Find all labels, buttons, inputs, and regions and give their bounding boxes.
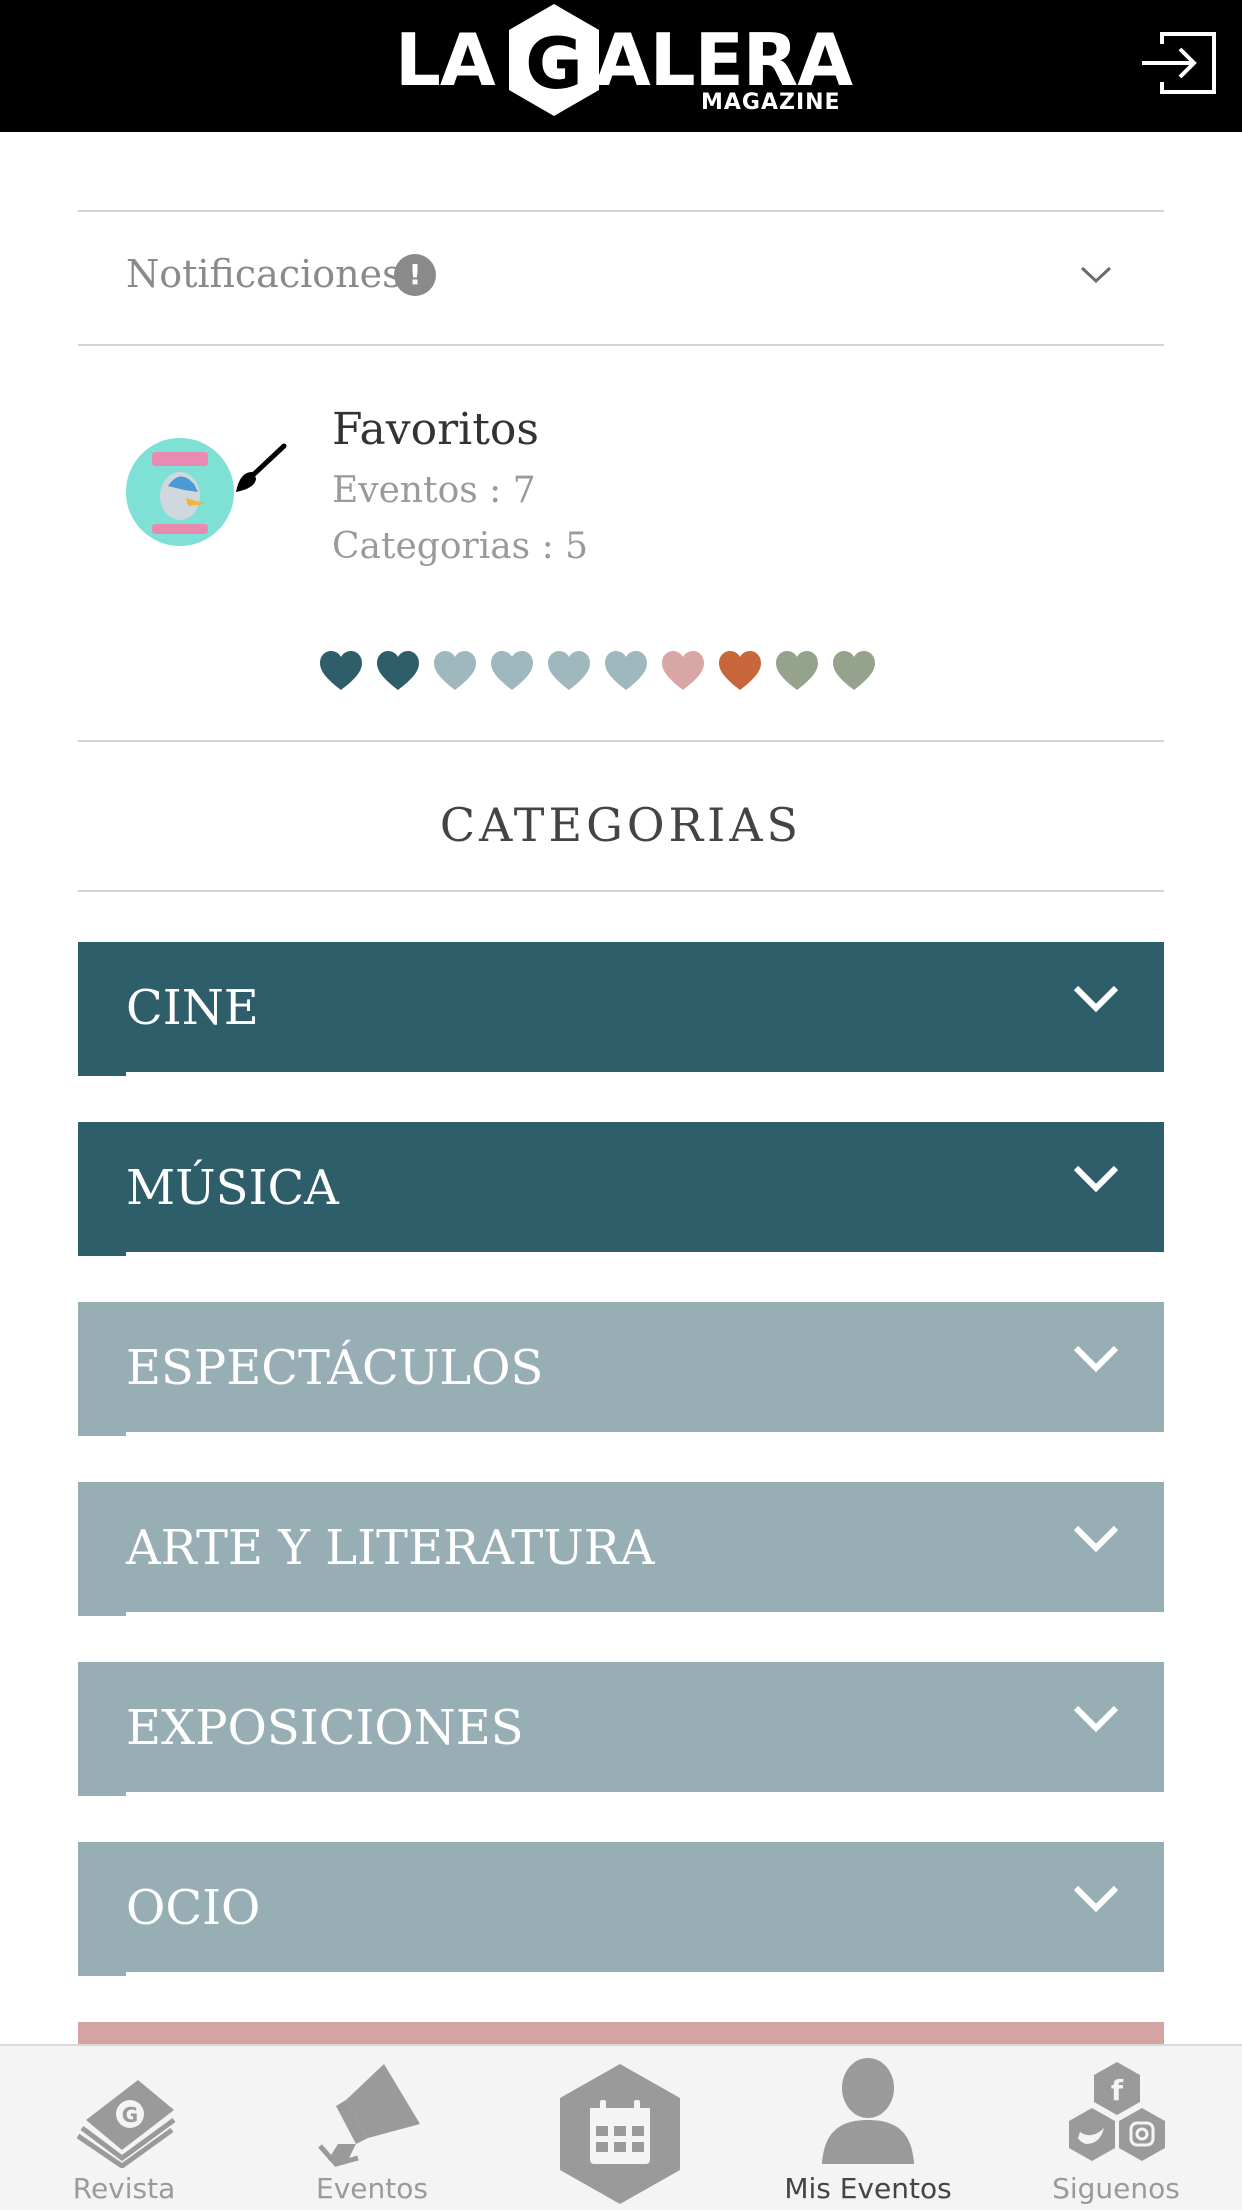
calendar-icon xyxy=(560,2064,680,2204)
nav-label: Mis Eventos xyxy=(784,2172,952,2205)
category-label: CINE xyxy=(126,980,259,1036)
chevron-down-icon xyxy=(1073,1525,1119,1553)
bar-accent xyxy=(78,1792,126,1796)
svg-text:f: f xyxy=(1111,2074,1124,2107)
category-espectaculos[interactable]: ESPECTÁCULOS xyxy=(78,1302,1164,1436)
social-icon: f xyxy=(1069,2062,1165,2161)
bar-accent xyxy=(78,1972,126,1976)
heart-icon xyxy=(662,651,704,690)
divider xyxy=(78,344,1164,346)
bar-accent xyxy=(78,1072,126,1076)
heart-icon xyxy=(377,651,419,690)
logo-subtitle: MAGAZINE xyxy=(701,90,841,115)
bar-accent xyxy=(78,1432,126,1436)
chevron-down-icon xyxy=(1073,1165,1119,1193)
category-label: OCIO xyxy=(126,1880,261,1936)
megaphone-icon xyxy=(318,2064,420,2167)
heart-icon xyxy=(320,651,362,690)
logout-icon[interactable] xyxy=(1140,30,1218,96)
logo-text-la: LA xyxy=(395,18,496,102)
chevron-down-icon xyxy=(1080,266,1112,284)
divider xyxy=(78,890,1164,892)
edit-brush-icon[interactable] xyxy=(232,442,288,498)
nav-tab-eventos[interactable]: Eventos xyxy=(272,2046,472,2210)
heart-icon xyxy=(776,651,818,690)
heart-icon xyxy=(719,651,761,690)
app-header: LA ALERA G MAGAZINE xyxy=(0,0,1242,132)
chevron-down-icon xyxy=(1073,985,1119,1013)
chevron-down-icon xyxy=(1073,1885,1119,1913)
category-exposiciones[interactable]: EXPOSICIONES xyxy=(78,1662,1164,1796)
notifications-toggle[interactable]: Notificaciones ! xyxy=(78,212,1164,344)
svg-text:G: G xyxy=(525,23,582,105)
heart-icon xyxy=(833,651,875,690)
divider xyxy=(78,740,1164,742)
nav-tab-calendar[interactable] xyxy=(520,2046,720,2210)
category-label: MÚSICA xyxy=(126,1160,339,1216)
heart-icon xyxy=(491,651,533,690)
nav-label: Revista xyxy=(72,2172,176,2205)
chevron-down-icon xyxy=(1073,1345,1119,1373)
heart-icon xyxy=(605,651,647,690)
notifications-alert-icon: ! xyxy=(394,254,436,296)
nav-label: Siguenos xyxy=(1052,2172,1180,2205)
notifications-label: Notificaciones xyxy=(126,252,402,296)
nav-tab-mis-eventos[interactable]: Mis Eventos xyxy=(768,2046,968,2210)
avatar-image xyxy=(126,438,234,546)
bar-accent xyxy=(78,1612,126,1616)
bar-accent xyxy=(78,1252,126,1256)
avatar[interactable] xyxy=(126,438,234,546)
category-label: ARTE Y LITERATURA xyxy=(126,1520,655,1576)
category-ocio[interactable]: OCIO xyxy=(78,1842,1164,1976)
bottom-navigation: G Revista Eventos Mis Eventos f Siguenos xyxy=(0,2044,1242,2210)
category-label: ESPECTÁCULOS xyxy=(126,1340,544,1396)
categories-heading: CATEGORIAS xyxy=(439,798,803,852)
heart-icon xyxy=(548,651,590,690)
category-arte-y-literatura[interactable]: ARTE Y LITERATURA xyxy=(78,1482,1164,1616)
category-musica[interactable]: MÚSICA xyxy=(78,1122,1164,1256)
category-cine[interactable]: CINE xyxy=(78,942,1164,1076)
nav-tab-revista[interactable]: G Revista xyxy=(24,2046,224,2210)
favorites-categories-count: Categorias : 5 xyxy=(332,526,589,567)
heart-icon xyxy=(434,651,476,690)
category-label: EXPOSICIONES xyxy=(126,1700,524,1756)
svg-text:G: G xyxy=(122,2103,138,2127)
user-icon xyxy=(822,2058,914,2164)
logo-g-hexagon: G xyxy=(509,4,599,116)
nav-label: Eventos xyxy=(316,2172,428,2205)
favorites-title: Favoritos xyxy=(332,404,539,455)
lagalera-logo[interactable]: LA ALERA G MAGAZINE xyxy=(395,0,855,132)
chevron-down-icon xyxy=(1073,1705,1119,1733)
category-next-partial[interactable] xyxy=(78,2022,1164,2044)
favorites-events-count: Eventos : 7 xyxy=(332,470,536,511)
nav-tab-siguenos[interactable]: f Siguenos xyxy=(1016,2046,1216,2210)
favorite-hearts xyxy=(318,648,877,694)
magazine-icon: G xyxy=(76,2080,176,2168)
